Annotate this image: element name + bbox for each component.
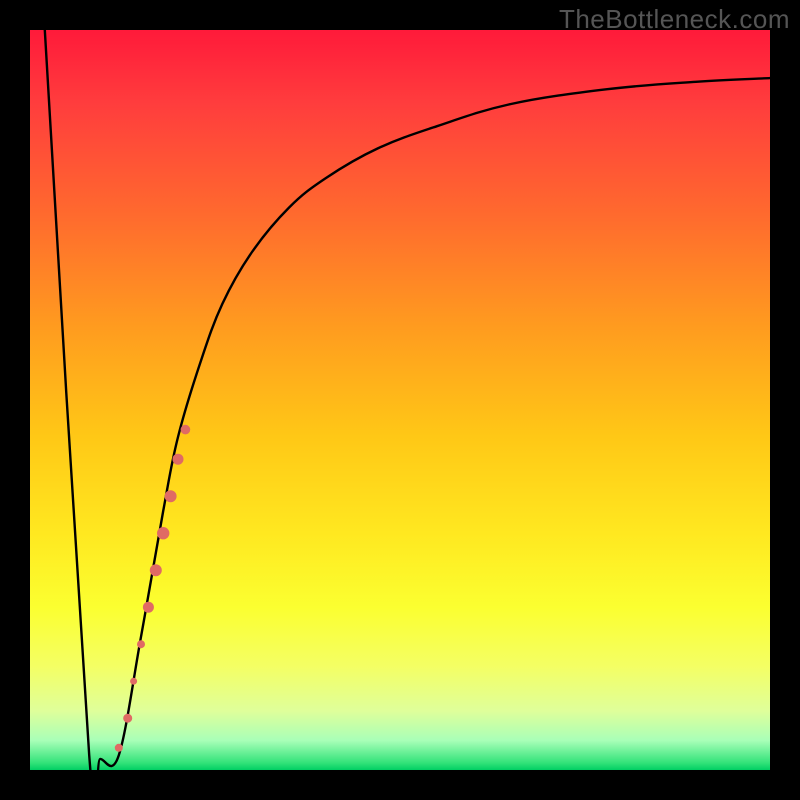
- plot-area: [30, 30, 770, 770]
- highlight-dot: [143, 602, 154, 613]
- highlight-dot: [173, 454, 184, 465]
- highlight-dot: [130, 678, 137, 685]
- watermark-text: TheBottleneck.com: [559, 4, 790, 35]
- highlight-dot: [150, 564, 162, 576]
- highlight-dot: [157, 527, 169, 539]
- highlight-band: [115, 425, 190, 752]
- bottleneck-curve: [45, 30, 770, 770]
- highlight-dot: [115, 744, 123, 752]
- curve-layer: [30, 30, 770, 770]
- highlight-dot: [137, 640, 145, 648]
- highlight-dot: [165, 490, 177, 502]
- chart-frame: TheBottleneck.com: [0, 0, 800, 800]
- highlight-dot: [181, 425, 191, 435]
- highlight-dot: [123, 714, 132, 723]
